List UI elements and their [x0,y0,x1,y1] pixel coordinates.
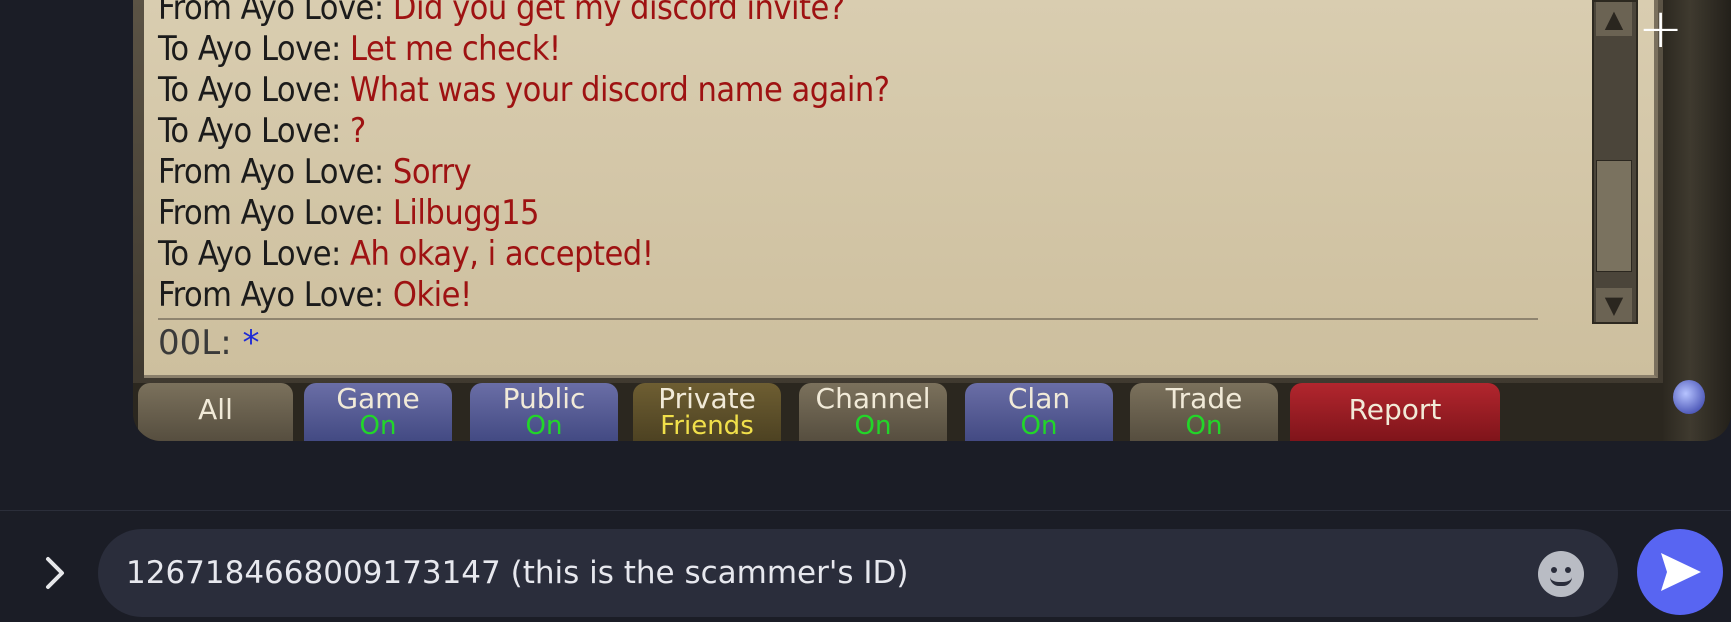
chat-log: From Ayo Love: Did you get my discord in… [158,0,1584,316]
chat-line-name: From Ayo Love: [158,193,393,233]
chat-line: From Ayo Love: Did you get my discord in… [158,0,1584,29]
chevron-right-icon-svg [46,557,64,589]
game-input-name: 00L: [158,323,243,363]
chat-line-name: From Ayo Love: [158,0,393,28]
emoji-eye [1551,567,1557,573]
message-input[interactable]: 1267184668009173147 (this is the scammer… [98,529,1618,617]
chat-line-message: Let me check! [350,29,561,69]
send-button[interactable] [1637,529,1723,615]
tab-trade: Trade On [1130,383,1278,441]
chevron-right-icon[interactable] [30,548,80,598]
tab-private: Private Friends [633,383,781,441]
tab-channel: Channel On [799,383,947,441]
chat-line: From Ayo Love: Okie! [158,275,1584,316]
chat-line: From Ayo Love: Lilbugg15 [158,193,1584,234]
chat-line-message: What was your discord name again? [350,70,890,110]
scroll-up-icon: ▲ [1596,2,1632,36]
tab-report: Report [1290,383,1500,441]
chat-line-name: To Ayo Love: [158,29,351,69]
tab-status: On [359,411,397,441]
orb-icon [1673,380,1705,414]
tab-status: On [854,411,892,441]
scroll-down-icon: ▼ [1596,288,1632,322]
emoji-icon[interactable] [1538,551,1584,597]
tab-clan: Clan On [965,383,1113,441]
scroll-thumb [1596,160,1632,272]
chat-line-message: ? [350,111,366,151]
chat-line-message: Did you get my discord invite? [392,0,845,28]
game-chat-input: 00L: * [158,318,1538,364]
tab-status: On [1020,411,1058,441]
chat-filter-tabs: All Game On Public On Private Friends Ch… [133,383,1663,441]
tab-status: On [1185,411,1223,441]
chat-line-name: To Ayo Love: [158,70,351,110]
tab-status: Friends [660,411,754,441]
chat-line-message: Ah okay, i accepted! [350,234,654,274]
chat-line-message: Sorry [392,152,472,192]
composer-divider [0,510,1731,511]
chat-line-message: Okie! [392,275,472,315]
chat-line-message: Lilbugg15 [392,193,540,233]
send-icon [1661,553,1701,591]
tab-game: Game On [304,383,452,441]
chat-line-name: To Ayo Love: [158,234,351,274]
image-attachment[interactable]: From Ayo Love: Did you get my discord in… [133,0,1731,441]
plus-icon: + [1638,0,1684,60]
chat-line: To Ayo Love: What was your discord name … [158,70,1584,111]
chat-line: To Ayo Love: Ah okay, i accepted! [158,234,1584,275]
tab-all: All [138,383,293,441]
tab-status: On [525,411,563,441]
chat-scrollbar: ▲ ▼ [1592,0,1638,324]
emoji-eye [1565,567,1571,573]
message-input-text[interactable]: 1267184668009173147 (this is the scammer… [126,529,909,617]
emoji-mouth [1550,577,1572,586]
chat-line: To Ayo Love: Let me check! [158,29,1584,70]
chat-line-name: To Ayo Love: [158,111,351,151]
game-chatbox: From Ayo Love: Did you get my discord in… [144,0,1658,378]
chat-line-name: From Ayo Love: [158,152,393,192]
game-input-caret: * [242,323,260,363]
game-chat-frame: From Ayo Love: Did you get my discord in… [133,0,1663,441]
game-side-panel [1663,0,1731,441]
chat-line: From Ayo Love: Sorry [158,152,1584,193]
chat-line: To Ayo Love: ? [158,111,1584,152]
tab-public: Public On [470,383,618,441]
tab-label: All [198,393,233,426]
tab-label: Report [1348,393,1442,426]
chat-line-name: From Ayo Love: [158,275,393,315]
